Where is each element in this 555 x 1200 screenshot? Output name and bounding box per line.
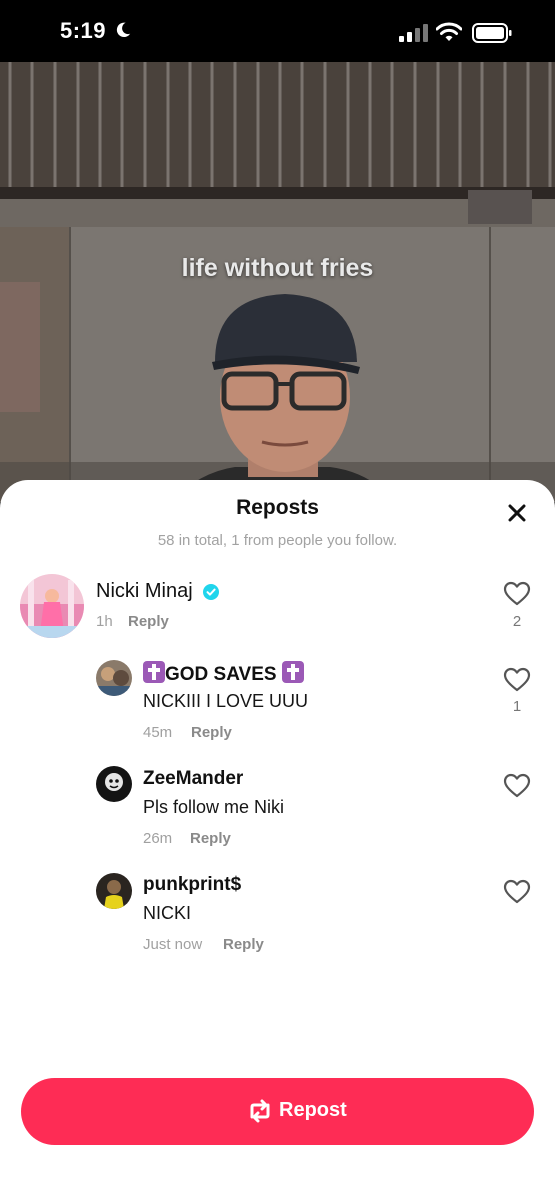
heart-icon[interactable] — [503, 667, 531, 693]
avatar[interactable] — [96, 873, 132, 909]
comment-time: Just now — [143, 936, 203, 953]
like-count: 2 — [512, 613, 522, 630]
battery-icon — [472, 23, 512, 43]
comment-username[interactable]: GOD SAVES — [143, 661, 304, 686]
repost-label: Repost — [279, 1099, 347, 1121]
cross-icon — [143, 661, 165, 683]
video-player[interactable]: life without fries — [0, 62, 555, 502]
comment-text: NICKI — [143, 903, 192, 923]
video-caption: life without fries — [181, 254, 374, 282]
sheet-title: Reposts — [236, 496, 319, 519]
sheet-subtitle: 58 in total, 1 from people you follow. — [157, 532, 398, 549]
reply-button[interactable]: Reply — [128, 613, 169, 630]
status-bar: 5:19 — [0, 0, 555, 62]
avatar[interactable] — [20, 574, 84, 638]
comment-text: NICKIII I LOVE UUU — [143, 691, 309, 711]
comment-text: Pls follow me Niki — [143, 797, 285, 817]
reply-button[interactable]: Reply — [190, 830, 231, 847]
comment-time: 1h — [96, 613, 113, 630]
like-count: 1 — [512, 698, 522, 715]
cellular-signal-icon — [399, 24, 428, 42]
moon-icon — [116, 22, 131, 38]
comment-username[interactable]: punkprint$ — [143, 874, 241, 896]
repost-icon — [250, 1099, 270, 1123]
wifi-icon — [436, 22, 462, 41]
repost-button[interactable]: Repost — [21, 1078, 534, 1145]
comment-time: 45m — [143, 724, 173, 741]
avatar[interactable] — [96, 766, 132, 802]
comment-username-text: GOD SAVES — [165, 664, 277, 685]
comment-time: 26m — [143, 830, 173, 847]
avatar-image — [20, 574, 84, 638]
heart-icon[interactable] — [503, 773, 531, 799]
cross-icon — [281, 661, 304, 683]
heart-icon[interactable] — [503, 581, 531, 607]
avatar-image — [96, 873, 132, 909]
comment-username[interactable]: Nicki Minaj — [96, 580, 193, 603]
avatar[interactable] — [96, 660, 132, 696]
heart-icon[interactable] — [503, 879, 531, 905]
reply-button[interactable]: Reply — [191, 724, 232, 741]
verified-badge-icon — [203, 584, 219, 600]
comment-username[interactable]: ZeeMander — [143, 768, 243, 790]
avatar-image — [96, 660, 132, 696]
reply-button[interactable]: Reply — [223, 936, 264, 953]
status-time: 5:19 — [60, 18, 107, 43]
avatar-image — [96, 766, 132, 802]
close-icon[interactable] — [504, 500, 530, 526]
